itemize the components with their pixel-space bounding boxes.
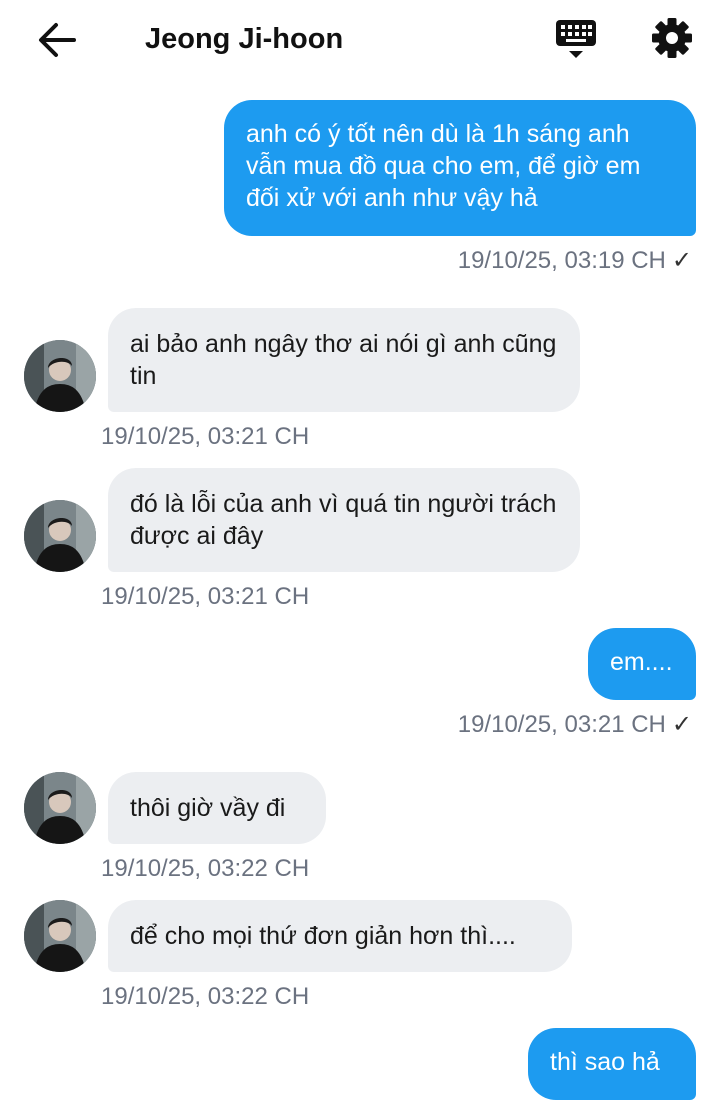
avatar[interactable]: [24, 340, 96, 412]
message-text: thôi giờ vầy đi: [130, 794, 286, 822]
message-timestamp: 19/10/25, 03:22 CH: [101, 855, 310, 882]
message-timestamp: 19/10/25, 03:22 CH: [101, 983, 310, 1010]
message-text: để cho mọi thứ đơn giản hơn thì....: [130, 922, 516, 950]
outgoing-message-bubble[interactable]: em....: [588, 628, 696, 700]
avatar[interactable]: [24, 500, 96, 572]
message-timestamp: 19/10/25, 03:19 CH ✓: [457, 247, 692, 274]
message-text: thì sao hả: [550, 1048, 660, 1076]
incoming-message-bubble[interactable]: để cho mọi thứ đơn giản hơn thì....: [108, 900, 572, 972]
contact-avatar-image: [24, 340, 96, 412]
incoming-message-bubble[interactable]: ai bảo anh ngây thơ ai nói gì anh cũng t…: [108, 308, 580, 412]
avatar[interactable]: [24, 772, 96, 844]
message-timestamp: 19/10/25, 03:21 CH: [101, 583, 310, 610]
incoming-message-bubble[interactable]: thôi giờ vầy đi: [108, 772, 326, 844]
message-timestamp: 19/10/25, 03:21 CH ✓: [457, 711, 692, 738]
message-text: em....: [610, 648, 673, 676]
outgoing-message-bubble[interactable]: thì sao hả: [528, 1028, 696, 1100]
avatar[interactable]: [24, 900, 96, 972]
contact-avatar-image: [24, 772, 96, 844]
incoming-message-bubble[interactable]: đó là lỗi của anh vì quá tin người trách…: [108, 468, 580, 572]
outgoing-message-bubble[interactable]: anh có ý tốt nên dù là 1h sáng anh vẫn m…: [224, 100, 696, 236]
message-text: đó là lỗi của anh vì quá tin người trách…: [130, 490, 557, 550]
message-text: ai bảo anh ngây thơ ai nói gì anh cũng t…: [130, 330, 557, 390]
read-check-icon: ✓: [671, 247, 692, 274]
message-timestamp: 19/10/25, 03:21 CH: [101, 423, 310, 450]
read-check-icon: ✓: [671, 711, 692, 738]
message-list[interactable]: anh có ý tốt nên dù là 1h sáng anh vẫn m…: [0, 0, 720, 1103]
contact-avatar-image: [24, 500, 96, 572]
contact-avatar-image: [24, 900, 96, 972]
message-text: anh có ý tốt nên dù là 1h sáng anh vẫn m…: [246, 120, 641, 212]
